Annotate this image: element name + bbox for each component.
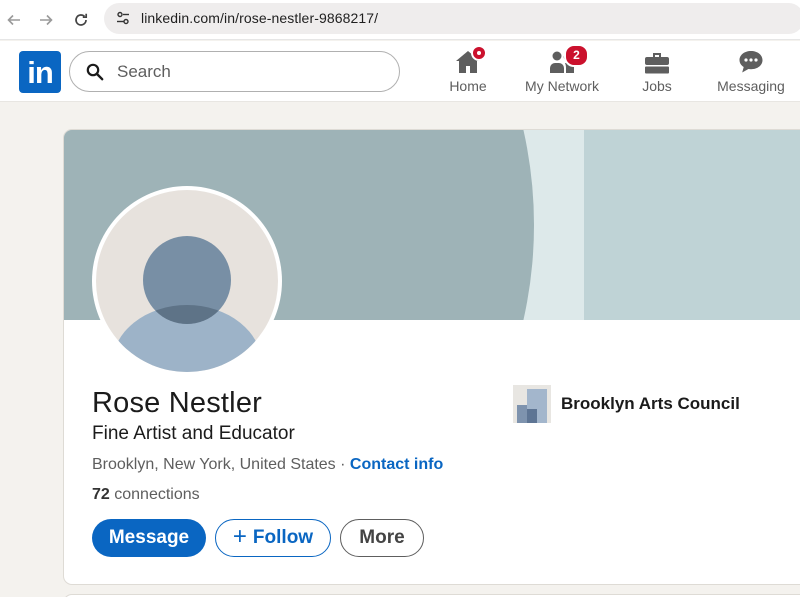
more-button[interactable]: More	[340, 519, 424, 557]
location-row: Brooklyn, New York, United States · Cont…	[92, 456, 443, 474]
nav-my-network[interactable]: 2 My Network	[522, 44, 602, 99]
chat-icon	[738, 49, 764, 75]
network-count-badge: 2	[564, 44, 589, 67]
home-icon	[455, 45, 487, 75]
address-bar[interactable]: linkedin.com/in/rose-nestler-9868217/	[104, 3, 800, 34]
nav-jobs-label: Jobs	[642, 78, 672, 94]
notification-dot-badge	[471, 45, 487, 61]
avatar	[96, 190, 278, 372]
profile-photo[interactable]	[92, 186, 282, 376]
nav-messaging-label: Messaging	[717, 78, 785, 94]
profile-name: Rose Nestler	[92, 387, 263, 419]
profile-headline: Fine Artist and Educator	[92, 423, 295, 444]
back-arrow-icon[interactable]	[3, 9, 25, 31]
current-organization[interactable]: Brooklyn Arts Council	[513, 385, 740, 423]
nav-home[interactable]: Home	[448, 45, 488, 99]
reload-icon[interactable]	[70, 9, 92, 31]
contact-info-link[interactable]: Contact info	[350, 456, 443, 473]
connections-label: connections	[109, 486, 200, 503]
message-button[interactable]: Message	[92, 519, 206, 557]
follow-label: Follow	[252, 527, 314, 548]
people-icon: 2	[549, 44, 589, 75]
browser-toolbar: linkedin.com/in/rose-nestler-9868217/	[0, 0, 800, 40]
url-text: linkedin.com/in/rose-nestler-9868217/	[141, 10, 379, 26]
nav-home-label: Home	[449, 78, 487, 94]
search-box[interactable]	[69, 51, 400, 92]
site-settings-icon[interactable]	[115, 10, 131, 26]
global-nav: in Home 2 My Network Jobs Messaging	[0, 41, 800, 102]
organization-logo	[513, 385, 551, 423]
linkedin-logo[interactable]: in	[19, 51, 61, 93]
connections-row[interactable]: 72 connections	[92, 486, 200, 504]
search-icon	[86, 63, 104, 81]
profile-card: Rose Nestler Fine Artist and Educator Br…	[63, 129, 800, 585]
nav-my-network-label: My Network	[525, 78, 599, 94]
connections-count: 72	[92, 486, 110, 503]
briefcase-icon	[644, 49, 670, 75]
profile-location: Brooklyn, New York, United States	[92, 456, 336, 473]
nav-messaging[interactable]: Messaging	[715, 45, 787, 99]
nav-jobs[interactable]: Jobs	[638, 45, 676, 99]
search-input[interactable]	[117, 52, 387, 91]
separator-dot: ·	[335, 456, 350, 473]
follow-button[interactable]: + Follow	[215, 519, 331, 557]
forward-arrow-icon[interactable]	[35, 9, 57, 31]
organization-name: Brooklyn Arts Council	[561, 394, 740, 413]
plus-icon: +	[232, 522, 247, 550]
